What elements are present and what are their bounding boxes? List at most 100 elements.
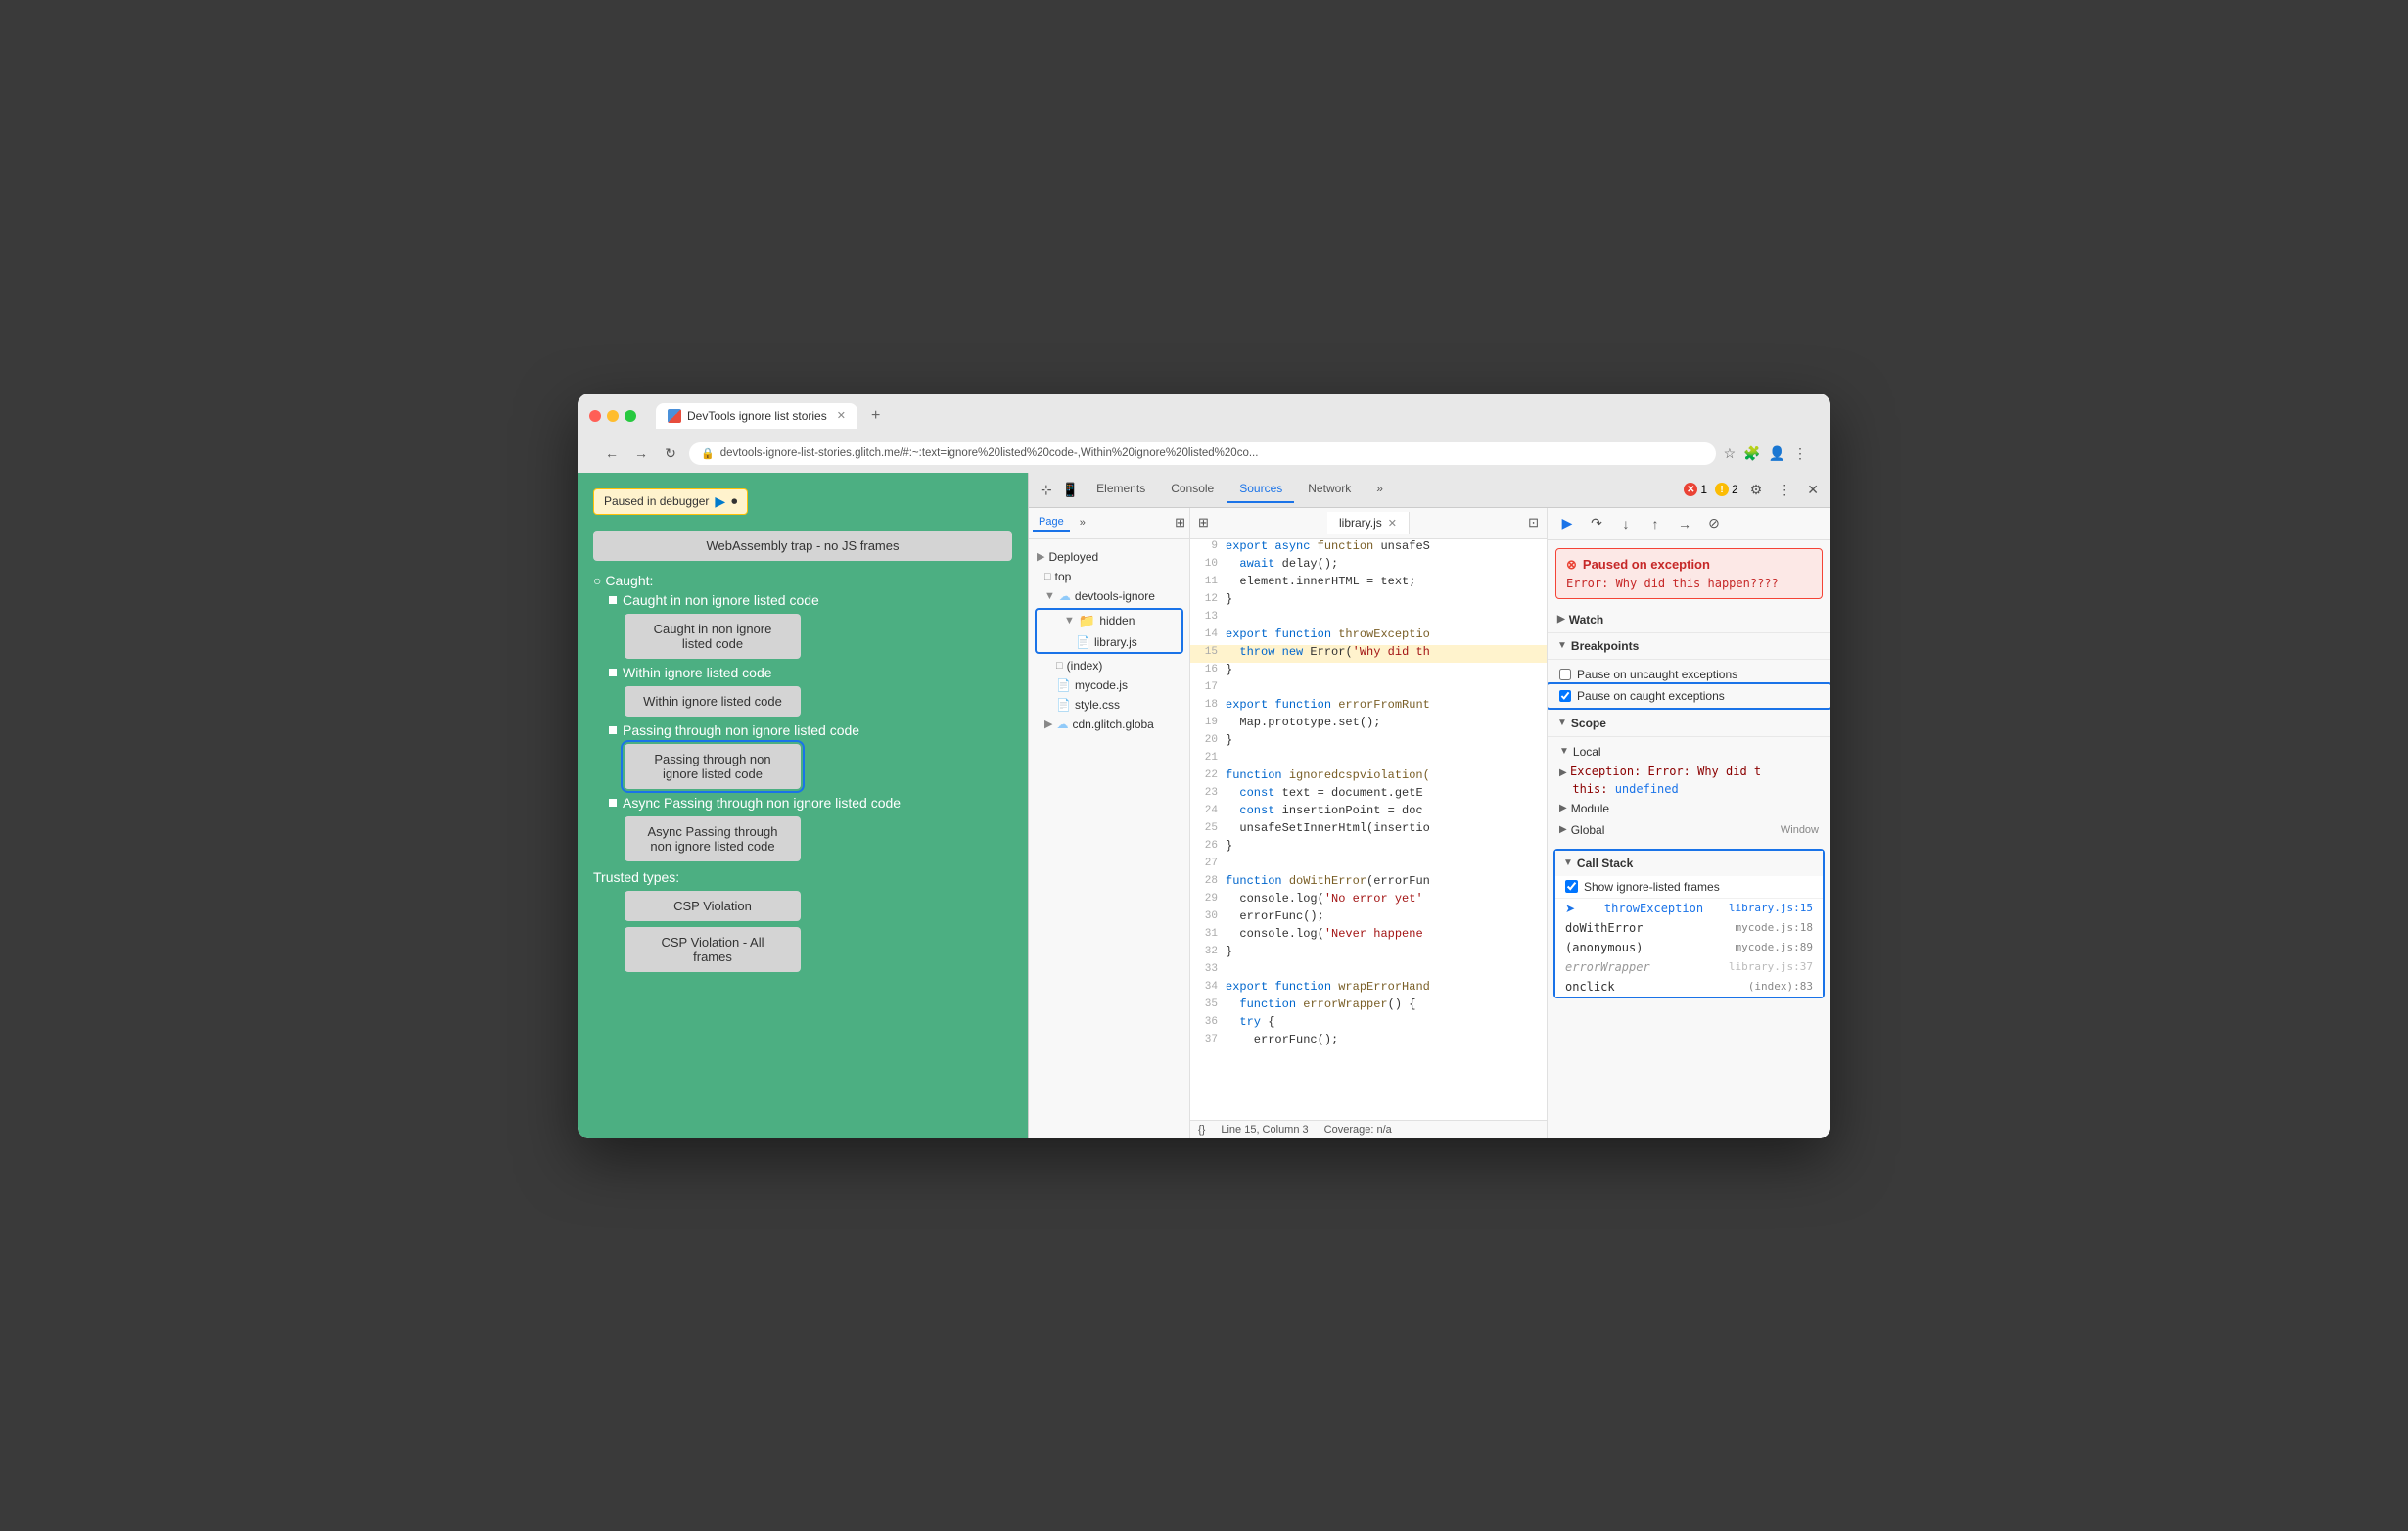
- watch-toggle[interactable]: ▶ Watch: [1548, 607, 1830, 633]
- tree-deployed[interactable]: ▶ Deployed: [1029, 547, 1189, 567]
- devtools-device-icon[interactable]: 📱: [1058, 478, 1083, 502]
- tree-style-css[interactable]: 📄 style.css: [1029, 695, 1189, 715]
- call-stack-frame-0[interactable]: ➤ throwException library.js:15: [1555, 899, 1823, 918]
- resume-button[interactable]: ▶: [1555, 512, 1579, 535]
- scope-tree: ▼ Local ▶ Exception: Error: Why did t th…: [1548, 737, 1830, 845]
- tree-hidden-folder[interactable]: ▼ 📁 hidden: [1037, 610, 1181, 632]
- new-tab-button[interactable]: +: [865, 405, 886, 427]
- browser-tab[interactable]: DevTools ignore list stories ✕: [656, 403, 857, 429]
- record-icon[interactable]: ⏺: [731, 494, 737, 509]
- call-stack-frame-4[interactable]: onclick (index):83: [1555, 977, 1823, 997]
- call-stack-arrow: ▼: [1563, 858, 1573, 868]
- step-into-button[interactable]: ↓: [1614, 512, 1638, 535]
- code-line: 27: [1190, 857, 1547, 874]
- bullet-icon: [609, 596, 617, 604]
- tab-network[interactable]: Network: [1296, 476, 1363, 503]
- call-stack-frame-2[interactable]: (anonymous) mycode.js:89: [1555, 938, 1823, 957]
- within-ignore-button[interactable]: Within ignore listed code: [625, 686, 801, 717]
- profile-icon[interactable]: 👤: [1769, 445, 1785, 462]
- mycode-js-label: mycode.js: [1075, 678, 1128, 692]
- menu-icon[interactable]: ⋮: [1793, 445, 1807, 462]
- tree-top[interactable]: □ top: [1029, 567, 1189, 586]
- code-line: 26 }: [1190, 839, 1547, 857]
- editor-tab-library[interactable]: library.js ✕: [1327, 512, 1410, 534]
- tab-elements[interactable]: Elements: [1085, 476, 1157, 503]
- expand-icon[interactable]: ⊡: [1528, 515, 1539, 531]
- curly-braces-icon: {}: [1198, 1124, 1205, 1136]
- back-button[interactable]: ←: [601, 442, 623, 464]
- code-line: 17: [1190, 680, 1547, 698]
- code-line: 12 }: [1190, 592, 1547, 610]
- exception-panel: ⊗ Paused on exception Error: Why did thi…: [1555, 548, 1823, 599]
- sidebar-toggle[interactable]: ⊞: [1175, 515, 1185, 531]
- code-line: 24 const insertionPoint = doc: [1190, 804, 1547, 821]
- caught-item-1: Caught in non ignore listed code: [609, 592, 1012, 608]
- editor-tab-close-icon[interactable]: ✕: [1388, 517, 1397, 530]
- cdn-label: cdn.glitch.globa: [1072, 718, 1153, 731]
- close-devtools-icon[interactable]: ✕: [1803, 478, 1823, 502]
- sources-subtabs: Page » ⊞: [1029, 508, 1189, 539]
- call-stack-toggle[interactable]: ▼ Call Stack: [1555, 851, 1823, 876]
- pause-caught-checkbox[interactable]: Pause on caught exceptions: [1548, 685, 1830, 707]
- step-button[interactable]: →: [1673, 512, 1696, 535]
- step-out-button[interactable]: ↑: [1644, 512, 1667, 535]
- tree-cdn[interactable]: ▶ ☁ cdn.glitch.globa: [1029, 715, 1189, 734]
- deactivate-breakpoints-button[interactable]: ⊘: [1702, 512, 1726, 535]
- close-button[interactable]: [589, 410, 601, 422]
- csp-violation-button[interactable]: CSP Violation: [625, 891, 801, 921]
- call-stack-frame-3[interactable]: errorWrapper library.js:37: [1555, 957, 1823, 977]
- deployed-icon: ▶: [1037, 550, 1044, 563]
- frame-location-3: library.js:37: [1729, 960, 1813, 973]
- global-scope-toggle[interactable]: ▶ Global Window: [1548, 819, 1830, 841]
- tab-sources[interactable]: Sources: [1227, 476, 1294, 503]
- forward-button[interactable]: →: [630, 442, 652, 464]
- show-ignore-listed-input[interactable]: [1565, 880, 1578, 893]
- show-ignore-listed-checkbox[interactable]: Show ignore-listed frames: [1555, 876, 1823, 899]
- module-scope-toggle[interactable]: ▶ Module: [1548, 798, 1830, 819]
- tab-more[interactable]: »: [1365, 476, 1395, 503]
- tree-index[interactable]: □ (index): [1029, 656, 1189, 675]
- call-stack-frame-1[interactable]: doWithError mycode.js:18: [1555, 918, 1823, 938]
- cdn-arrow: ▶: [1044, 718, 1052, 730]
- webassembly-button[interactable]: WebAssembly trap - no JS frames: [593, 531, 1012, 561]
- bookmark-icon[interactable]: ☆: [1724, 445, 1737, 462]
- editor-status-bar: {} Line 15, Column 3 Coverage: n/a: [1190, 1120, 1547, 1138]
- tree-library-js[interactable]: 📄 library.js: [1037, 632, 1181, 652]
- csp-violation-all-button[interactable]: CSP Violation - All frames: [625, 927, 801, 972]
- maximize-button[interactable]: [625, 410, 636, 422]
- breakpoints-toggle[interactable]: ▼ Breakpoints: [1548, 633, 1830, 660]
- error-badge: ✕ 1: [1684, 483, 1707, 496]
- tree-mycode-js[interactable]: 📄 mycode.js: [1029, 675, 1189, 695]
- global-arrow: ▶: [1559, 824, 1567, 835]
- minimize-button[interactable]: [607, 410, 619, 422]
- pause-uncaught-input[interactable]: [1559, 669, 1571, 680]
- tab-close-icon[interactable]: ✕: [837, 409, 846, 422]
- code-line: 13: [1190, 610, 1547, 627]
- settings-icon[interactable]: ⚙: [1746, 478, 1767, 502]
- browser-window: DevTools ignore list stories ✕ + ← → ↻ 🔒…: [578, 394, 1830, 1138]
- pause-uncaught-checkbox[interactable]: Pause on uncaught exceptions: [1548, 664, 1830, 685]
- sidebar-collapse-icon[interactable]: ⊞: [1198, 515, 1209, 531]
- async-passing-button[interactable]: Async Passing through non ignore listed …: [625, 816, 801, 861]
- extensions-icon[interactable]: 🧩: [1743, 445, 1760, 462]
- tree-devtools-ignore[interactable]: ▼ ☁ devtools-ignore: [1029, 586, 1189, 606]
- frame-name-0: throwException: [1604, 902, 1703, 915]
- call-stack-items: Show ignore-listed frames ➤ throwExcepti…: [1555, 876, 1823, 997]
- caught-non-ignore-button[interactable]: Caught in non ignore listed code: [625, 614, 801, 659]
- play-icon[interactable]: ▶: [715, 493, 725, 510]
- passing-through-button[interactable]: Passing through non ignore listed code: [625, 744, 801, 789]
- pause-caught-input[interactable]: [1559, 690, 1571, 702]
- tab-console[interactable]: Console: [1159, 476, 1226, 503]
- subtab-more[interactable]: »: [1074, 515, 1091, 531]
- step-over-button[interactable]: ↷: [1585, 512, 1608, 535]
- refresh-button[interactable]: ↻: [660, 442, 681, 464]
- devtools-more-icon[interactable]: ⋮: [1774, 478, 1795, 502]
- devtools-errors: ✕ 1 ! 2 ⚙ ⋮ ✕: [1684, 478, 1823, 502]
- webpage-panel: Paused in debugger ▶ ⏺ WebAssembly trap …: [578, 473, 1028, 1138]
- code-editor: ⊞ library.js ✕ ⊡ 9 export asy: [1190, 508, 1547, 1138]
- page-subtab[interactable]: Page: [1033, 514, 1070, 532]
- address-input[interactable]: 🔒 devtools-ignore-list-stories.glitch.me…: [689, 442, 1716, 465]
- local-scope-toggle[interactable]: ▼ Local: [1548, 741, 1830, 763]
- scope-toggle[interactable]: ▼ Scope: [1548, 711, 1830, 737]
- devtools-inspect-icon[interactable]: ⊹: [1037, 478, 1056, 502]
